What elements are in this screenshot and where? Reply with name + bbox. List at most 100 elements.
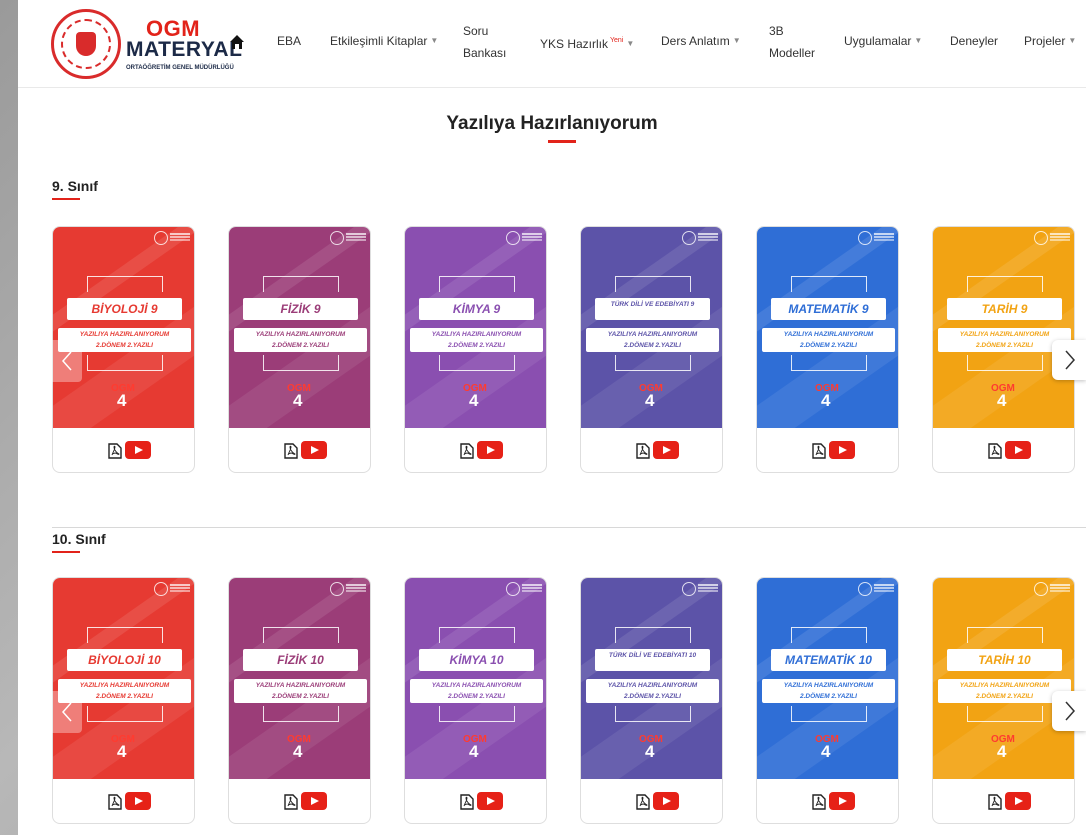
- nav-item-soru-bankasi[interactable]: Soru Bankası: [463, 20, 506, 64]
- ministry-seal-icon: [330, 582, 344, 596]
- pdf-icon[interactable]: [284, 794, 298, 810]
- nav-item-eba[interactable]: EBA: [277, 30, 301, 52]
- pdf-icon[interactable]: [636, 794, 650, 810]
- youtube-icon[interactable]: [653, 441, 679, 459]
- cover-tagline: YAZILIYA HAZIRLANIYORUM 2.DÖNEM 2.YAZILI: [762, 328, 895, 352]
- card-actions: [53, 779, 194, 823]
- section-underline: [52, 198, 80, 200]
- ministry-seal-icon[interactable]: [51, 9, 121, 79]
- carousel-next-button[interactable]: [1052, 691, 1086, 731]
- section-title-grade-9: 9. Sınıf: [52, 178, 98, 194]
- card-actions: [757, 428, 898, 472]
- cover-image[interactable]: BİYOLOJİ 10 YAZILIYA HAZIRLANIYORUM 2.DÖNE…: [53, 578, 194, 779]
- cover-tagline: YAZILIYA HAZIRLANIYORUM 2.DÖNEM 2.YAZILI: [410, 328, 543, 352]
- section-underline: [52, 551, 80, 553]
- youtube-icon[interactable]: [301, 792, 327, 810]
- pdf-icon[interactable]: [636, 443, 650, 459]
- pdf-icon[interactable]: [812, 794, 826, 810]
- pdf-icon[interactable]: [460, 443, 474, 459]
- logo-subtitle: ORTAÖĞRETİM GENEL MÜDÜRLÜĞÜ: [126, 65, 234, 71]
- carousel-prev-button[interactable]: [52, 340, 82, 382]
- logo-brand-bottom[interactable]: MATERYAL: [126, 38, 242, 62]
- nav-item-yks-hazirlik[interactable]: YKS Hazırlık Yeni ▼: [540, 30, 634, 55]
- nav-item-deneyler[interactable]: Deneyler: [950, 30, 998, 52]
- pdf-icon[interactable]: [988, 794, 1002, 810]
- cover-image[interactable]: TARİH 10 YAZILIYA HAZIRLANIYORUM 2.DÖNEM 2…: [933, 578, 1074, 779]
- nav-item-3b-modeller[interactable]: 3B Modeller: [769, 20, 815, 64]
- nav-item-ders-anlatim[interactable]: Ders Anlatım ▼: [661, 30, 741, 52]
- material-card[interactable]: TÜRK DİLİ VE EDEBİYATI 9 YAZILIYA HAZIRLA…: [580, 226, 723, 473]
- material-card[interactable]: FİZİK 9 YAZILIYA HAZIRLANIYORUM 2.DÖNEM 2.…: [228, 226, 371, 473]
- chevron-right-icon: [1065, 350, 1076, 370]
- caret-down-icon: ▼: [732, 36, 741, 45]
- cover-image[interactable]: TÜRK DİLİ VE EDEBİYATI 10 YAZILIYA HAZIRL…: [581, 578, 722, 779]
- nav-item-uygulamalar[interactable]: Uygulamalar ▼: [844, 30, 922, 52]
- nav-label-line2: Modeller: [769, 46, 816, 60]
- caret-down-icon: ▼: [914, 36, 923, 45]
- cover-image[interactable]: FİZİK 10 YAZILIYA HAZIRLANIYORUM 2.DÖNEM 2…: [229, 578, 370, 779]
- ministry-seal-icon: [154, 231, 168, 245]
- youtube-icon[interactable]: [477, 441, 503, 459]
- youtube-icon[interactable]: [1005, 792, 1031, 810]
- cover-number: 4: [469, 742, 479, 761]
- cover-subject: BİYOLOJİ 9: [67, 298, 182, 320]
- pdf-icon[interactable]: [812, 443, 826, 459]
- youtube-icon[interactable]: [1005, 441, 1031, 459]
- cover-tagline-line1: YAZILIYA HAZIRLANIYORUM: [607, 682, 698, 689]
- cover-subject: MATEMATİK 10: [771, 649, 886, 671]
- card-actions: [229, 779, 370, 823]
- youtube-icon[interactable]: [125, 792, 151, 810]
- carousel-next-button[interactable]: [1052, 340, 1086, 380]
- nav-label-line1: Soru: [463, 24, 489, 38]
- nav-label: Etkileşimli Kitaplar: [330, 34, 428, 48]
- pdf-icon[interactable]: [108, 794, 122, 810]
- ministry-seal-icon: [506, 582, 520, 596]
- cover-tagline: YAZILIYA HAZIRLANIYORUM 2.DÖNEM 2.YAZILI: [762, 679, 895, 703]
- youtube-icon[interactable]: [477, 792, 503, 810]
- card-actions: [581, 428, 722, 472]
- cover-image[interactable]: KİMYA 10 YAZILIYA HAZIRLANIYORUM 2.DÖNEM 2…: [405, 578, 546, 779]
- pdf-icon[interactable]: [988, 443, 1002, 459]
- cover-image[interactable]: FİZİK 9 YAZILIYA HAZIRLANIYORUM 2.DÖNEM 2.…: [229, 227, 370, 428]
- chevron-left-icon: [61, 351, 72, 371]
- material-card[interactable]: MATEMATİK 10 YAZILIYA HAZIRLANIYORUM 2.DÖN…: [756, 577, 899, 824]
- material-card[interactable]: KİMYA 9 YAZILIYA HAZIRLANIYORUM 2.DÖNEM 2.…: [404, 226, 547, 473]
- cover-tagline: YAZILIYA HAZIRLANIYORUM 2.DÖNEM 2.YAZILI: [586, 328, 719, 352]
- material-card[interactable]: MATEMATİK 9 YAZILIYA HAZIRLANIYORUM 2.DÖNE…: [756, 226, 899, 473]
- nav-item-etkilesimli-kitaplar[interactable]: Etkileşimli Kitaplar ▼: [330, 30, 438, 52]
- ministry-seal-icon: [682, 231, 696, 245]
- cover-subject: MATEMATİK 9: [771, 298, 886, 320]
- section-divider: [52, 527, 1086, 528]
- cover-image[interactable]: MATEMATİK 10 YAZILIYA HAZIRLANIYORUM 2.DÖN…: [757, 578, 898, 779]
- material-card[interactable]: FİZİK 10 YAZILIYA HAZIRLANIYORUM 2.DÖNEM 2…: [228, 577, 371, 824]
- material-card[interactable]: KİMYA 10 YAZILIYA HAZIRLANIYORUM 2.DÖNEM 2…: [404, 577, 547, 824]
- cover-subject: FİZİK 9: [243, 298, 358, 320]
- cover-subject: TÜRK DİLİ VE EDEBİYATI 10: [595, 649, 710, 671]
- cover-image[interactable]: BİYOLOJİ 9 YAZILIYA HAZIRLANIYORUM 2.DÖNEM…: [53, 227, 194, 428]
- pdf-icon[interactable]: [108, 443, 122, 459]
- cover-number: 4: [117, 742, 127, 761]
- cover-image[interactable]: TÜRK DİLİ VE EDEBİYATI 9 YAZILIYA HAZIRLA…: [581, 227, 722, 428]
- cover-number: 4: [117, 391, 127, 410]
- caret-down-icon: ▼: [1068, 36, 1077, 45]
- pdf-icon[interactable]: [284, 443, 298, 459]
- cover-image[interactable]: MATEMATİK 9 YAZILIYA HAZIRLANIYORUM 2.DÖNE…: [757, 227, 898, 428]
- material-card[interactable]: TÜRK DİLİ VE EDEBİYATI 10 YAZILIYA HAZIRL…: [580, 577, 723, 824]
- cover-image[interactable]: TARİH 9 YAZILIYA HAZIRLANIYORUM 2.DÖNEM 2.…: [933, 227, 1074, 428]
- carousel-grade-9: BİYOLOJİ 9 YAZILIYA HAZIRLANIYORUM 2.DÖNEM…: [18, 226, 1086, 476]
- carousel-prev-button[interactable]: [52, 691, 82, 733]
- cover-tagline-line2: 2.DÖNEM 2.YAZILI: [272, 342, 329, 349]
- cover-subject: BİYOLOJİ 10: [67, 649, 182, 671]
- youtube-icon[interactable]: [301, 441, 327, 459]
- youtube-icon[interactable]: [125, 441, 151, 459]
- youtube-icon[interactable]: [653, 792, 679, 810]
- cover-subject: FİZİK 10: [243, 649, 358, 671]
- ministry-seal-icon: [154, 582, 168, 596]
- youtube-icon[interactable]: [829, 792, 855, 810]
- pdf-icon[interactable]: [460, 794, 474, 810]
- youtube-icon[interactable]: [829, 441, 855, 459]
- home-icon[interactable]: [229, 34, 245, 50]
- nav-item-projeler[interactable]: Projeler ▼: [1024, 30, 1076, 52]
- cover-tagline-line1: YAZILIYA HAZIRLANIYORUM: [255, 331, 346, 338]
- cover-image[interactable]: KİMYA 9 YAZILIYA HAZIRLANIYORUM 2.DÖNEM 2.…: [405, 227, 546, 428]
